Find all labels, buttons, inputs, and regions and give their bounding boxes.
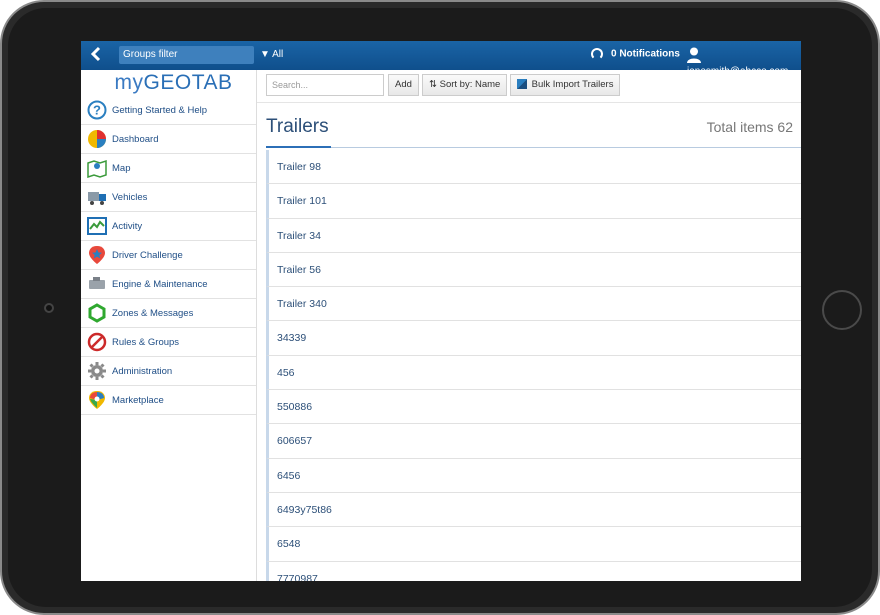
sidebar-item-label: Dashboard xyxy=(112,133,159,145)
add-button[interactable]: Add xyxy=(388,74,419,96)
sidebar-item-label: Zones & Messages xyxy=(112,307,194,319)
list-item[interactable]: 6456 xyxy=(266,458,801,493)
tablet-frame: Groups filter ▼ All 0 Notifications jane… xyxy=(0,0,880,615)
sidebar-item-label: Map xyxy=(112,162,131,174)
sidebar-item-label: Rules & Groups xyxy=(112,336,180,348)
search-input[interactable] xyxy=(266,74,384,96)
sidebar-item-label: Marketplace xyxy=(112,394,164,406)
import-icon xyxy=(517,79,527,90)
list-item[interactable]: Trailer 340 xyxy=(266,287,801,322)
list-item[interactable]: Trailer 101 xyxy=(266,184,801,219)
geotab-logo[interactable]: myGEOTAB xyxy=(81,70,256,96)
sidebar-item-activity[interactable]: Activity xyxy=(81,212,256,241)
toolbar: Add ⇅ Sort by: Name Bulk Import Trailers xyxy=(257,70,801,103)
activity-chart-icon xyxy=(87,216,107,236)
app-screen: Groups filter ▼ All 0 Notifications jane… xyxy=(81,41,801,581)
groups-dropdown[interactable]: ▼ All xyxy=(260,49,283,60)
help-icon: ? xyxy=(87,100,107,120)
total-items-count: Total items 62 xyxy=(706,119,793,135)
gear-icon xyxy=(87,361,107,381)
main-content: Add ⇅ Sort by: Name Bulk Import Trailers… xyxy=(257,70,801,581)
list-item[interactable]: 7770987 xyxy=(266,561,801,581)
sort-icon: ⇅ xyxy=(429,79,437,90)
sidebar-item-label: Driver Challenge xyxy=(112,249,183,261)
back-arrow-icon[interactable] xyxy=(87,46,105,65)
sidebar-item-engine-maintenance[interactable]: Engine & Maintenance xyxy=(81,270,256,299)
camera-icon xyxy=(44,303,54,313)
list-item[interactable]: 550886 xyxy=(266,390,801,425)
engine-icon xyxy=(87,274,107,294)
sidebar-item-getting-started[interactable]: ? Getting Started & Help xyxy=(81,96,256,125)
marketplace-pin-icon xyxy=(87,390,107,410)
sidebar-item-label: Administration xyxy=(112,365,173,377)
map-icon xyxy=(87,158,107,178)
zone-icon xyxy=(87,303,107,323)
list-item[interactable]: Trailer 56 xyxy=(266,252,801,288)
headset-icon xyxy=(591,48,603,60)
groups-filter-input[interactable]: Groups filter xyxy=(119,46,254,64)
groups-dropdown-label: All xyxy=(272,49,284,60)
svg-text:?: ? xyxy=(93,103,101,118)
notifications-label: 0 Notifications xyxy=(611,48,680,60)
notifications-button[interactable]: 0 Notifications xyxy=(591,48,680,60)
title-underline xyxy=(266,146,331,148)
sidebar-item-label: Engine & Maintenance xyxy=(112,278,208,290)
bulk-import-button[interactable]: Bulk Import Trailers xyxy=(510,74,621,96)
sidebar-item-administration[interactable]: Administration xyxy=(81,357,256,386)
page-header: Trailers Total items 62 xyxy=(257,102,801,150)
header-divider xyxy=(331,147,801,148)
list-item[interactable]: 34339 xyxy=(266,321,801,356)
top-bar: Groups filter ▼ All 0 Notifications jane… xyxy=(81,41,801,77)
list-item[interactable]: 606657 xyxy=(266,424,801,459)
chevron-down-icon: ▼ xyxy=(260,49,270,60)
trailer-list: Trailer 98 Trailer 101 Trailer 34 Traile… xyxy=(266,150,801,581)
list-item[interactable]: Trailer 98 xyxy=(266,150,801,185)
list-item[interactable]: 456 xyxy=(266,355,801,391)
sidebar-item-marketplace[interactable]: Marketplace xyxy=(81,386,256,415)
sidebar-item-map[interactable]: Map xyxy=(81,154,256,183)
sort-button[interactable]: ⇅ Sort by: Name xyxy=(422,74,508,96)
bulk-import-label: Bulk Import Trailers xyxy=(531,79,614,90)
sidebar-item-driver-challenge[interactable]: Driver Challenge xyxy=(81,241,256,270)
home-button[interactable] xyxy=(822,290,862,330)
user-icon xyxy=(687,47,701,66)
truck-icon xyxy=(87,187,107,207)
sidebar-item-rules-groups[interactable]: Rules & Groups xyxy=(81,328,256,357)
list-item[interactable]: 6548 xyxy=(266,527,801,562)
page-title: Trailers xyxy=(266,116,329,137)
list-item[interactable]: 6493y75t86 xyxy=(266,492,801,528)
sort-button-label: Sort by: Name xyxy=(439,79,501,90)
star-pin-icon xyxy=(87,245,107,265)
sidebar-item-zones-messages[interactable]: Zones & Messages xyxy=(81,299,256,328)
sidebar: myGEOTAB ? Getting Started & Help Dashbo… xyxy=(81,70,257,581)
sidebar-item-label: Vehicles xyxy=(112,191,148,203)
no-entry-icon xyxy=(87,332,107,352)
sidebar-item-label: Getting Started & Help xyxy=(112,104,208,116)
sidebar-item-dashboard[interactable]: Dashboard xyxy=(81,125,256,154)
sidebar-item-vehicles[interactable]: Vehicles xyxy=(81,183,256,212)
list-item[interactable]: Trailer 34 xyxy=(266,218,801,253)
pie-chart-icon xyxy=(87,129,107,149)
sidebar-item-label: Activity xyxy=(112,220,143,232)
